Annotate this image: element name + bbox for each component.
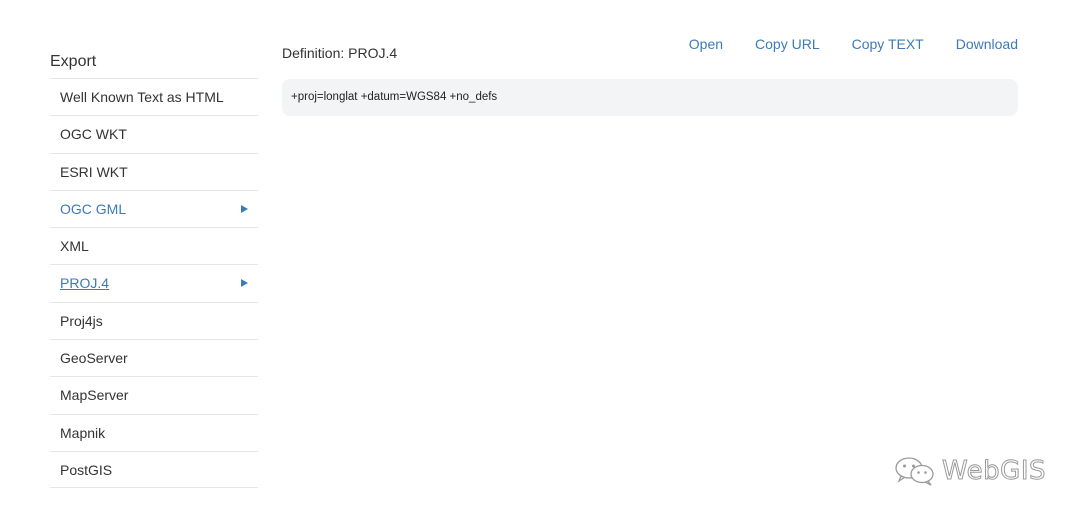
sidebar-item-ogc-wkt[interactable]: OGC WKT bbox=[50, 115, 258, 152]
sidebar-item-label: PostGIS bbox=[60, 461, 113, 478]
sidebar-item-label: ESRI WKT bbox=[60, 163, 128, 180]
definition-code: +proj=longlat +datum=WGS84 +no_defs bbox=[291, 91, 498, 103]
sidebar-title: Export bbox=[50, 53, 97, 70]
sidebar-item-label: GeoServer bbox=[60, 350, 128, 367]
sidebar-item-label: OGC GML bbox=[60, 200, 127, 217]
sidebar-item-esri-wkt[interactable]: ESRI WKT bbox=[50, 152, 258, 190]
export-sidebar: Export Well Known Text as HTML OGC WKT E… bbox=[50, 48, 258, 489]
sidebar-item-label: Mapnik bbox=[60, 424, 106, 441]
open-link[interactable]: Open bbox=[689, 36, 723, 52]
watermark: WebGIS bbox=[894, 455, 1046, 487]
expand-arrow-icon[interactable] bbox=[241, 279, 248, 288]
copy-text-link[interactable]: Copy TEXT bbox=[852, 36, 924, 52]
definition-code-box: +proj=longlat +datum=WGS84 +no_defs bbox=[282, 79, 1018, 116]
sidebar-item-label: OGC WKT bbox=[60, 126, 127, 143]
sidebar-item-proj4js[interactable]: Proj4js bbox=[50, 301, 258, 339]
sidebar-item-proj4[interactable]: PROJ.4 bbox=[50, 264, 258, 301]
watermark-text: WebGIS bbox=[941, 456, 1046, 487]
sidebar-item-label: Proj4js bbox=[60, 312, 103, 329]
sidebar-item-postgis[interactable]: PostGIS bbox=[50, 450, 258, 489]
expand-arrow-icon[interactable] bbox=[241, 204, 248, 213]
sidebar-item-label: PROJ.4 bbox=[60, 275, 110, 292]
sidebar-item-geoserver[interactable]: GeoServer bbox=[50, 339, 258, 376]
sidebar-item-mapserver[interactable]: MapServer bbox=[50, 376, 258, 413]
sidebar-item-wkt-html[interactable]: Well Known Text as HTML bbox=[50, 78, 258, 115]
copy-url-link[interactable]: Copy URL bbox=[755, 36, 820, 52]
definition-title: Definition: PROJ.4 bbox=[282, 45, 398, 61]
sidebar-item-label: Well Known Text as HTML bbox=[60, 89, 224, 105]
export-format-menu: Well Known Text as HTML OGC WKT ESRI WKT… bbox=[50, 78, 258, 489]
wechat-icon bbox=[895, 457, 934, 486]
download-link[interactable]: Download bbox=[956, 36, 1018, 52]
sidebar-item-label: MapServer bbox=[60, 387, 129, 404]
export-page: Export Well Known Text as HTML OGC WKT E… bbox=[0, 0, 1080, 520]
sidebar-item-ogc-gml[interactable]: OGC GML bbox=[50, 189, 258, 227]
sidebar-item-label: XML bbox=[60, 238, 89, 255]
sidebar-item-mapnik[interactable]: Mapnik bbox=[50, 413, 258, 451]
sidebar-item-xml[interactable]: XML bbox=[50, 227, 258, 264]
definition-actions: Open Copy URL Copy TEXT Download bbox=[689, 36, 1018, 52]
